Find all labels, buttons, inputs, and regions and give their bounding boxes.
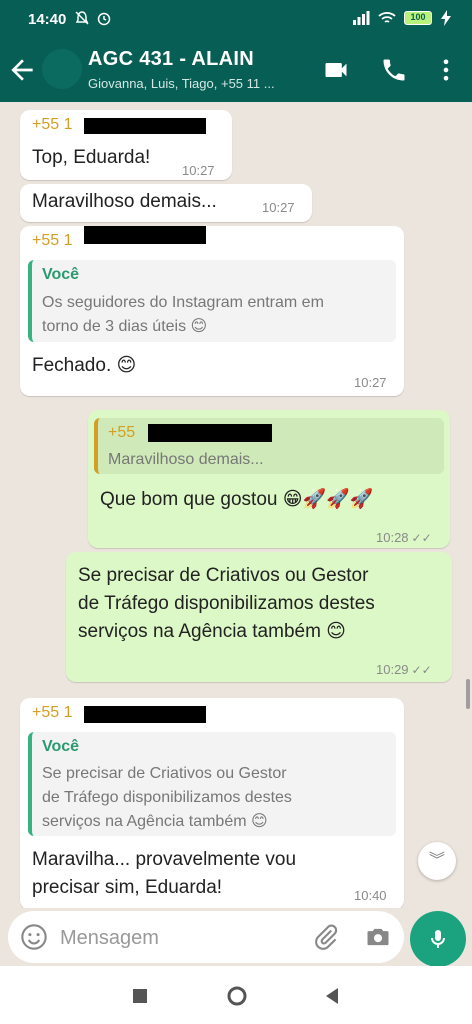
message-time: 10:27: [354, 375, 387, 390]
nav-recents-icon[interactable]: [128, 984, 152, 1008]
status-time: 14:40: [28, 11, 67, 28]
double-check-icon: ✓✓: [411, 663, 432, 677]
message-outgoing[interactable]: Se precisar de Criativos ou Gestor de Tr…: [66, 552, 452, 682]
alarm-icon: [97, 12, 111, 26]
message-incoming[interactable]: +55 1 Você Os seguidores do Instagram en…: [20, 226, 404, 396]
scrollbar[interactable]: [466, 679, 470, 709]
message-incoming[interactable]: +55 1 Top, Eduarda! 10:27: [20, 110, 232, 180]
message-text: precisar sim, Eduarda!: [32, 877, 223, 898]
redacted-phone: [84, 706, 206, 723]
sender-name: +55 1: [32, 704, 73, 721]
message-text: serviços na Agência também 😊: [78, 621, 346, 642]
message-time: 10:29 ✓✓: [376, 662, 432, 677]
message-input[interactable]: [60, 923, 300, 953]
quoted-author: +55: [108, 424, 136, 441]
message-time: 10:28 ✓✓: [376, 530, 432, 545]
redacted-phone: [84, 226, 206, 244]
attach-icon[interactable]: [312, 923, 340, 951]
status-bar: 14:40 100: [0, 0, 472, 40]
mic-button[interactable]: [410, 911, 466, 967]
status-right-icons: 100: [352, 10, 452, 26]
quoted-message[interactable]: Você Se precisar de Criativos ou Gestor …: [28, 732, 396, 836]
quoted-author: Você: [42, 266, 80, 283]
message-text: Se precisar de Criativos ou Gestor: [78, 565, 369, 586]
quoted-text: Se precisar de Criativos ou Gestor: [42, 765, 287, 782]
more-vert-icon[interactable]: [432, 56, 460, 84]
charging-icon: [441, 10, 451, 26]
message-incoming[interactable]: Maravilhoso demais... 10:27: [20, 184, 312, 222]
message-time: 10:40: [354, 888, 387, 903]
group-avatar[interactable]: [42, 49, 82, 89]
quoted-message[interactable]: +55 Maravilhoso demais...: [94, 418, 444, 474]
message-outgoing[interactable]: +55 Maravilhoso demais... Que bom que go…: [88, 410, 450, 548]
chat-title[interactable]: AGC 431 - ALAIN: [88, 48, 254, 71]
double-check-icon: ✓✓: [411, 531, 432, 545]
chat-messages[interactable]: +55 1 Top, Eduarda! 10:27 Maravilhoso de…: [0, 102, 472, 908]
message-time: 10:27: [262, 200, 295, 215]
quoted-text: torno de 3 dias úteis 😊: [42, 318, 208, 335]
message-text: de Tráfego disponibilizamos destes: [78, 593, 375, 614]
status-left-icons: [74, 10, 112, 26]
camera-icon[interactable]: [364, 923, 392, 951]
wifi-icon: [378, 12, 396, 23]
message-time-value: 10:29: [376, 662, 409, 677]
message-text: Fechado. 😊: [32, 355, 137, 376]
quoted-text: serviços na Agência também 😊: [42, 813, 268, 830]
quoted-author: Você: [42, 738, 80, 755]
quoted-text: de Tráfego disponibilizamos destes: [42, 789, 292, 806]
scroll-to-bottom-button[interactable]: ︾: [418, 842, 456, 880]
notifications-off-icon: [75, 11, 89, 25]
message-time: 10:27: [182, 163, 215, 178]
quoted-text: Os seguidores do Instagram entram em: [42, 294, 324, 311]
back-arrow-icon[interactable]: [6, 54, 38, 86]
sender-name: +55 1: [32, 116, 73, 133]
emoji-icon[interactable]: [20, 923, 48, 951]
system-nav-bar: [0, 966, 472, 1024]
phone-icon[interactable]: [380, 56, 408, 84]
quoted-message[interactable]: Você Os seguidores do Instagram entram e…: [28, 260, 396, 342]
chat-header: AGC 431 - ALAIN Giovanna, Luis, Tiago, +…: [0, 40, 472, 102]
redacted-phone: [84, 118, 206, 134]
signal-icon: [353, 11, 370, 25]
message-time-value: 10:28: [376, 530, 409, 545]
message-input-box: [8, 911, 404, 963]
chevron-down-icon: ︾: [428, 852, 445, 869]
chat-participants[interactable]: Giovanna, Luis, Tiago, +55 11 ...: [88, 76, 308, 91]
message-incoming[interactable]: +55 1 Você Se precisar de Criativos ou G…: [20, 698, 404, 908]
message-text: Top, Eduarda!: [32, 147, 151, 168]
message-composer: [0, 908, 472, 967]
mic-icon: [431, 930, 445, 948]
nav-back-icon[interactable]: [320, 984, 344, 1008]
video-call-icon[interactable]: [322, 56, 350, 84]
nav-home-icon[interactable]: [225, 984, 249, 1008]
quoted-text: Maravilhoso demais...: [108, 451, 264, 468]
message-text: Maravilha... provavelmente vou: [32, 849, 297, 870]
message-text: Que bom que gostou 😁🚀🚀🚀: [100, 489, 374, 510]
message-text: Maravilhoso demais...: [32, 191, 217, 212]
battery-indicator: 100: [404, 11, 432, 25]
redacted-phone: [148, 424, 272, 442]
sender-name: +55 1: [32, 232, 73, 249]
